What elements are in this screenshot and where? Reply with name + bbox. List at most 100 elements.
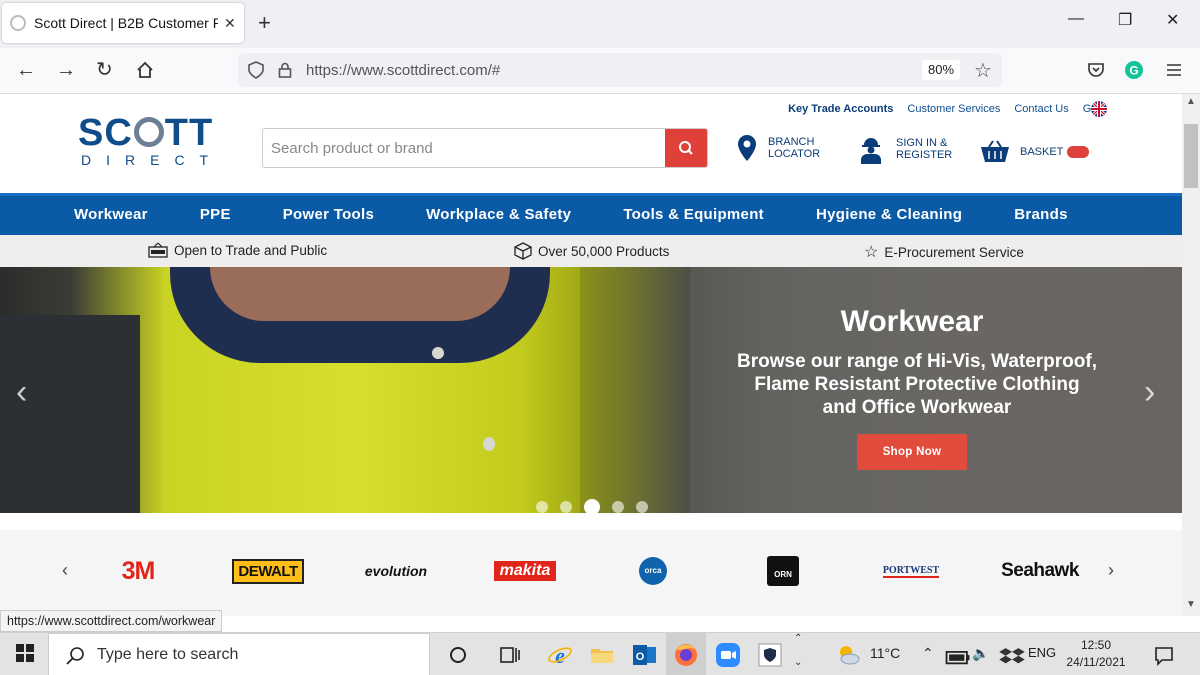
taskbar-scroll-down-icon[interactable]: ⌄: [794, 657, 802, 668]
branch-locator-line2: LOCATOR: [768, 148, 821, 160]
internet-explorer-icon[interactable]: e: [546, 641, 574, 669]
back-icon[interactable]: ←: [16, 59, 36, 81]
uk-flag-icon[interactable]: [1091, 101, 1107, 117]
brand-orn-text: ORN: [767, 556, 799, 586]
brands-prev-icon[interactable]: ‹: [62, 560, 68, 581]
lock-icon[interactable]: [278, 62, 292, 78]
bookmark-star-icon[interactable]: ☆: [974, 58, 992, 83]
search-button[interactable]: [665, 129, 707, 167]
logo-o-icon: [133, 116, 164, 147]
sign-in-register-button[interactable]: SIGN IN & REGISTER: [856, 134, 952, 164]
hero-image-fold: [580, 267, 690, 513]
scott-direct-logo[interactable]: SC TT DIRECT: [78, 114, 218, 168]
basket-button[interactable]: BASKET: [980, 140, 1090, 164]
slide-dot-active[interactable]: [584, 499, 600, 513]
brand-evolution[interactable]: evolution: [356, 556, 436, 586]
brand-dewalt[interactable]: DEWALT: [225, 556, 311, 586]
nav-brands[interactable]: Brands: [1014, 206, 1067, 223]
shop-now-button[interactable]: Shop Now: [857, 434, 967, 470]
battery-icon[interactable]: [944, 643, 972, 671]
slide-dot[interactable]: [636, 501, 648, 513]
key-trade-accounts-link[interactable]: Key Trade Accounts: [788, 103, 893, 115]
reload-icon[interactable]: ↻: [96, 59, 113, 81]
usp-products: Over 50,000 Products: [514, 242, 669, 260]
file-explorer-icon[interactable]: [588, 641, 616, 669]
nav-workplace-safety[interactable]: Workplace & Safety: [426, 206, 571, 223]
brand-seahawk[interactable]: Seahawk: [996, 556, 1084, 586]
pocket-icon[interactable]: [1086, 60, 1106, 80]
map-pin-icon: [738, 135, 756, 161]
outlook-icon[interactable]: O: [630, 641, 658, 669]
grammarly-icon[interactable]: G: [1124, 60, 1144, 80]
notifications-icon[interactable]: [1150, 641, 1178, 669]
brands-next-icon[interactable]: ›: [1108, 560, 1114, 581]
browser-tab[interactable]: Scott Direct | B2B Customer Portal ✕: [2, 3, 244, 43]
menu-icon[interactable]: [1164, 60, 1184, 80]
brand-portwest[interactable]: PORTWEST: [880, 556, 942, 586]
temperature[interactable]: 11°C: [870, 645, 900, 661]
slider-next-icon[interactable]: ›: [1144, 375, 1155, 409]
input-language[interactable]: ENG: [1028, 645, 1056, 660]
customer-services-link[interactable]: Customer Services: [907, 103, 1000, 115]
zoom-level[interactable]: 80%: [922, 60, 960, 80]
contact-us-link[interactable]: Contact Us: [1014, 103, 1068, 115]
volume-icon[interactable]: 🔈: [972, 645, 989, 662]
nav-hygiene-cleaning[interactable]: Hygiene & Cleaning: [816, 206, 962, 223]
nav-power-tools[interactable]: Power Tools: [283, 206, 374, 223]
hero-slider[interactable]: Workwear Browse our range of Hi-Vis, Wat…: [0, 267, 1182, 513]
dropbox-icon[interactable]: [998, 643, 1026, 671]
shield-icon[interactable]: [248, 61, 264, 79]
slider-prev-icon[interactable]: ‹: [16, 375, 27, 409]
svg-text:G: G: [1129, 64, 1138, 78]
nav-workwear[interactable]: Workwear: [74, 206, 148, 223]
nav-ppe[interactable]: PPE: [200, 206, 231, 223]
usp-bar: Open to Trade and Public Over 50,000 Pro…: [0, 235, 1182, 267]
app-shield-icon[interactable]: [756, 641, 784, 669]
scroll-up-icon[interactable]: ▲: [1186, 96, 1196, 107]
browser-tab-bar: Scott Direct | B2B Customer Portal ✕ + —…: [0, 0, 1200, 48]
slide-dot[interactable]: [612, 501, 624, 513]
hero-subtitle-line: Browse our range of Hi-Vis, Waterproof,: [737, 351, 1097, 372]
brand-3m[interactable]: 3M: [112, 556, 164, 586]
brand-dewalt-text: DEWALT: [232, 558, 304, 584]
sign-in-line1: SIGN IN &: [896, 137, 948, 149]
close-tab-icon[interactable]: ✕: [224, 15, 236, 32]
branch-locator-button[interactable]: BRANCH LOCATOR: [736, 134, 820, 162]
brand-makita-text: makita: [493, 561, 557, 581]
weather-cloud-icon[interactable]: [834, 641, 862, 669]
tray-chevron-icon[interactable]: ⌃: [922, 645, 934, 662]
new-tab-button[interactable]: +: [258, 12, 271, 34]
home-icon[interactable]: [136, 61, 154, 79]
nav-tools-equipment[interactable]: Tools & Equipment: [623, 206, 764, 223]
brand-portwest-text: PORTWEST: [882, 564, 940, 578]
page-scrollbar[interactable]: ▲ ▼: [1182, 94, 1200, 616]
slide-dot[interactable]: [536, 501, 548, 513]
task-view-icon[interactable]: [496, 641, 524, 669]
brand-makita[interactable]: makita: [488, 556, 562, 586]
search-input[interactable]: [263, 129, 667, 167]
link-status-bar: https://www.scottdirect.com/workwear: [0, 610, 223, 632]
brand-orca-text: orca: [639, 557, 667, 585]
windows-start-icon[interactable]: [16, 644, 34, 662]
restore-icon[interactable]: ❐: [1118, 10, 1132, 30]
cortana-icon[interactable]: [444, 641, 472, 669]
hero-image-sleeve: [0, 315, 140, 513]
address-bar[interactable]: https://www.scottdirect.com/# 80% ☆: [238, 53, 1002, 87]
usp-products-text: Over 50,000 Products: [538, 243, 670, 259]
slider-dots: [536, 499, 648, 513]
taskbar-search[interactable]: Type here to search: [48, 633, 430, 675]
logo-text-right: TT: [164, 112, 214, 154]
close-window-icon[interactable]: ✕: [1166, 10, 1179, 30]
scroll-down-icon[interactable]: ▼: [1186, 599, 1196, 610]
forward-icon[interactable]: →: [56, 59, 76, 81]
hero-subtitle-line: and Office Workwear: [822, 397, 1012, 418]
system-clock[interactable]: 12:50 24/11/2021: [1060, 637, 1132, 671]
zoom-icon[interactable]: [714, 641, 742, 669]
brand-orca[interactable]: orca: [638, 556, 668, 586]
slide-dot[interactable]: [560, 501, 572, 513]
minimize-icon[interactable]: —: [1068, 10, 1084, 28]
taskbar-scroll-up-icon[interactable]: ⌃: [794, 633, 802, 644]
brand-orn[interactable]: ORN: [766, 556, 800, 586]
scroll-thumb[interactable]: [1184, 124, 1198, 188]
firefox-icon[interactable]: [672, 641, 700, 669]
